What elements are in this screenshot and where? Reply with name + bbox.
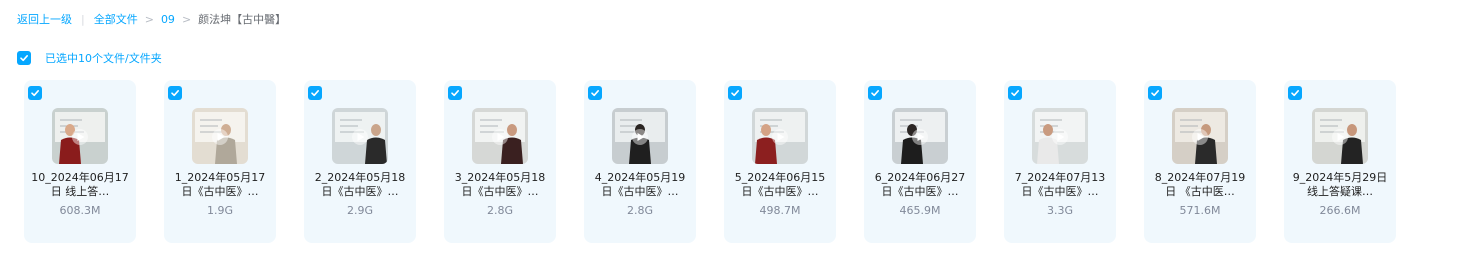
file-name[interactable]: 3_2024年05月18日《古中医》… (450, 171, 550, 199)
video-thumbnail-icon (892, 108, 948, 164)
file-size: 465.9M (899, 204, 941, 217)
chevron-right-icon: > (144, 12, 154, 26)
video-thumbnail[interactable] (192, 108, 248, 164)
breadcrumb-folder[interactable]: 09 (161, 13, 175, 26)
video-thumbnail-icon (1172, 108, 1228, 164)
file-checkbox[interactable] (1148, 86, 1162, 100)
video-thumbnail[interactable] (612, 108, 668, 164)
file-checkbox[interactable] (1008, 86, 1022, 100)
video-thumbnail[interactable] (1172, 108, 1228, 164)
selection-bar: 已选中10个文件/文件夹 (17, 50, 162, 66)
check-icon (31, 90, 39, 97)
back-link[interactable]: 返回上一级 (17, 11, 72, 27)
file-name[interactable]: 4_2024年05月19日《古中医》… (590, 171, 690, 199)
check-icon (311, 90, 319, 97)
check-icon (731, 90, 739, 97)
video-thumbnail[interactable] (892, 108, 948, 164)
file-checkbox[interactable] (868, 86, 882, 100)
breadcrumb-divider: | (81, 12, 85, 26)
file-name[interactable]: 5_2024年06月15日《古中医》… (730, 171, 830, 199)
file-card[interactable]: 7_2024年07月13日《古中医》… 3.3G (1004, 80, 1116, 243)
chevron-right-icon: > (181, 12, 192, 26)
file-size: 608.3M (59, 204, 101, 217)
breadcrumb-all-files[interactable]: 全部文件 (94, 11, 138, 27)
video-thumbnail[interactable] (332, 108, 388, 164)
file-card[interactable]: 1_2024年05月17日《古中医》… 1.9G (164, 80, 276, 243)
file-card[interactable]: 9_2024年5月29日 线上答疑课… 266.6M (1284, 80, 1396, 243)
select-all-checkbox[interactable] (17, 51, 31, 65)
video-thumbnail[interactable] (52, 108, 108, 164)
file-checkbox[interactable] (728, 86, 742, 100)
check-icon (1011, 90, 1019, 97)
file-name[interactable]: 9_2024年5月29日 线上答疑课… (1290, 171, 1390, 199)
file-checkbox[interactable] (308, 86, 322, 100)
video-thumbnail-icon (472, 108, 528, 164)
video-thumbnail[interactable] (752, 108, 808, 164)
video-thumbnail-icon (52, 108, 108, 164)
video-thumbnail-icon (612, 108, 668, 164)
file-size: 498.7M (759, 204, 801, 217)
file-checkbox[interactable] (448, 86, 462, 100)
file-grid: 10_2024年06月17日 线上答… 608.3M 1_2024年05月17日《古… (24, 80, 1396, 243)
file-card[interactable]: 3_2024年05月18日《古中医》… 2.8G (444, 80, 556, 243)
breadcrumb: 返回上一级 | 全部文件 > 09 > 颜法坤【古中醫】 (17, 11, 286, 27)
video-thumbnail[interactable] (1312, 108, 1368, 164)
file-checkbox[interactable] (28, 86, 42, 100)
file-card[interactable]: 10_2024年06月17日 线上答… 608.3M (24, 80, 136, 243)
file-card[interactable]: 8_2024年07月19日 《古中医… 571.6M (1144, 80, 1256, 243)
video-thumbnail-icon (332, 108, 388, 164)
breadcrumb-current: 颜法坤【古中醫】 (198, 13, 287, 26)
check-icon (171, 90, 179, 97)
file-name[interactable]: 8_2024年07月19日 《古中医… (1150, 171, 1250, 199)
check-icon (451, 90, 459, 97)
file-checkbox[interactable] (1288, 86, 1302, 100)
file-size: 571.6M (1179, 204, 1221, 217)
file-card[interactable]: 5_2024年06月15日《古中医》… 498.7M (724, 80, 836, 243)
file-checkbox[interactable] (168, 86, 182, 100)
file-checkbox[interactable] (588, 86, 602, 100)
file-name[interactable]: 10_2024年06月17日 线上答… (30, 171, 130, 199)
video-thumbnail[interactable] (1032, 108, 1088, 164)
file-size: 2.8G (626, 204, 654, 217)
check-icon (871, 90, 879, 97)
check-icon (1151, 90, 1159, 97)
video-thumbnail-icon (752, 108, 808, 164)
file-name[interactable]: 1_2024年05月17日《古中医》… (170, 171, 270, 199)
video-thumbnail[interactable] (472, 108, 528, 164)
file-card[interactable]: 2_2024年05月18日《古中医》… 2.9G (304, 80, 416, 243)
file-card[interactable]: 6_2024年06月27日《古中医》… 465.9M (864, 80, 976, 243)
video-thumbnail-icon (1312, 108, 1368, 164)
file-size: 2.9G (346, 204, 374, 217)
check-icon (591, 90, 599, 97)
file-size: 3.3G (1046, 204, 1074, 217)
file-size: 266.6M (1319, 204, 1361, 217)
file-size: 2.8G (486, 204, 514, 217)
file-name[interactable]: 7_2024年07月13日《古中医》… (1010, 171, 1110, 199)
video-thumbnail-icon (1032, 108, 1088, 164)
file-card[interactable]: 4_2024年05月19日《古中医》… 2.8G (584, 80, 696, 243)
check-icon (20, 55, 28, 62)
selection-count: 已选中10个文件/文件夹 (45, 52, 162, 65)
video-thumbnail-icon (192, 108, 248, 164)
file-name[interactable]: 6_2024年06月27日《古中医》… (870, 171, 970, 199)
check-icon (1291, 90, 1299, 97)
file-size: 1.9G (206, 204, 234, 217)
file-name[interactable]: 2_2024年05月18日《古中医》… (310, 171, 410, 199)
